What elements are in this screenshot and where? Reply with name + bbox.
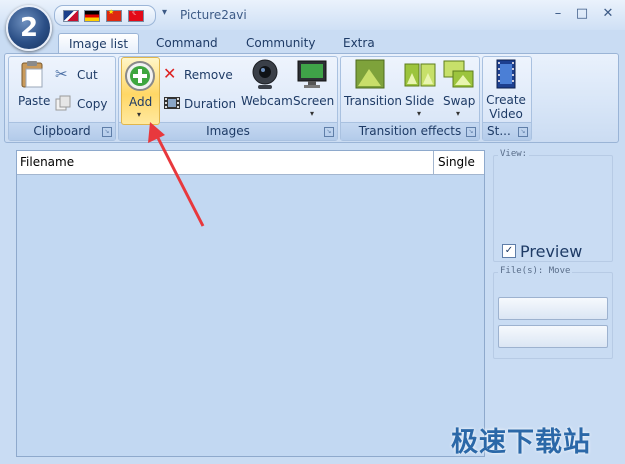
- copy-button[interactable]: Copy: [55, 95, 110, 113]
- film-icon: [164, 97, 180, 109]
- window-title: Picture2avi: [180, 8, 247, 22]
- view-legend: View:: [498, 149, 530, 159]
- start-launcher-icon[interactable]: ↘: [518, 127, 528, 137]
- screen-label: Screen: [293, 94, 335, 108]
- move-up-button[interactable]: [498, 297, 608, 320]
- transition-icon: [355, 59, 385, 89]
- webcam-label: Webcam: [241, 94, 293, 108]
- tab-image-list[interactable]: Image list: [58, 33, 140, 54]
- qat-dropdown-icon[interactable]: ▾: [162, 7, 167, 18]
- webcam-icon: [252, 59, 278, 89]
- china-flag-icon[interactable]: ★: [106, 8, 122, 22]
- remove-button[interactable]: ✕ Remove: [163, 64, 235, 84]
- quick-access-toolbar: ★ ☾: [54, 5, 156, 26]
- close-button[interactable]: ✕: [598, 6, 618, 21]
- swap-icon: [443, 60, 474, 88]
- swap-label: Swap: [443, 94, 476, 108]
- minimize-button[interactable]: –: [548, 6, 568, 21]
- file-list[interactable]: Filename Single: [16, 150, 485, 457]
- transition-button[interactable]: Transition: [343, 57, 402, 111]
- add-label: Add: [129, 95, 153, 109]
- germany-flag-icon[interactable]: [84, 10, 100, 22]
- add-button[interactable]: Add ▾: [121, 57, 160, 125]
- paste-button[interactable]: Paste: [14, 57, 50, 111]
- transition-label: Transition: [344, 94, 403, 108]
- tab-command[interactable]: Command: [146, 33, 228, 53]
- slide-dropdown-icon: ▾: [417, 109, 422, 118]
- remove-label: Remove: [184, 68, 233, 82]
- paste-label: Paste: [18, 94, 51, 108]
- slide-button[interactable]: Slide ▾: [402, 57, 438, 119]
- copy-label: Copy: [77, 97, 108, 111]
- clipboard-launcher-icon[interactable]: ↘: [102, 127, 112, 137]
- duration-button[interactable]: Duration: [163, 95, 237, 113]
- file-list-header: Filename Single: [17, 151, 484, 175]
- column-header-filename[interactable]: Filename: [17, 151, 434, 174]
- scissors-icon: ✂: [55, 65, 68, 83]
- tab-extra[interactable]: Extra: [333, 33, 385, 53]
- paste-icon: [21, 61, 43, 88]
- images-launcher-icon[interactable]: ↘: [324, 127, 334, 137]
- preview-label: Preview: [520, 242, 583, 261]
- screen-button[interactable]: Screen ▾: [293, 57, 335, 119]
- cut-label: Cut: [77, 68, 98, 82]
- remove-icon: ✕: [163, 64, 177, 83]
- video-icon: [496, 59, 516, 89]
- clipboard-group-label: Clipboard: [9, 122, 115, 140]
- create-video-label: Create Video: [486, 93, 526, 121]
- files-legend: File(s): Move: [498, 266, 573, 276]
- transition-launcher-icon[interactable]: ↘: [466, 127, 476, 137]
- app-menu-button[interactable]: 2: [6, 5, 52, 51]
- swap-button[interactable]: Swap ▾: [441, 57, 477, 119]
- add-icon: [125, 61, 155, 91]
- preview-checkbox[interactable]: ✓: [502, 244, 516, 258]
- screen-dropdown-icon: ▾: [310, 109, 315, 118]
- column-header-single[interactable]: Single: [435, 151, 484, 174]
- transition-effects-group-label: Transition effects: [341, 122, 479, 140]
- watermark-text: 极速下载站: [451, 427, 591, 458]
- webcam-button[interactable]: Webcam: [240, 57, 293, 111]
- uk-flag-icon[interactable]: [63, 10, 79, 22]
- turkey-flag-icon[interactable]: ☾: [128, 8, 144, 22]
- add-dropdown-icon: ▾: [137, 110, 142, 119]
- copy-icon: [55, 95, 71, 111]
- cut-button[interactable]: ✂ Cut: [55, 65, 110, 84]
- app-logo-icon: 2: [19, 13, 39, 43]
- maximize-button[interactable]: □: [572, 6, 592, 21]
- move-down-button[interactable]: [498, 325, 608, 348]
- swap-dropdown-icon: ▾: [456, 109, 461, 118]
- slide-label: Slide: [405, 94, 435, 108]
- slide-icon: [404, 63, 436, 87]
- create-video-button[interactable]: Create Video: [484, 57, 528, 123]
- duration-label: Duration: [184, 97, 237, 111]
- monitor-icon: [297, 60, 327, 88]
- tab-community[interactable]: Community: [236, 33, 325, 53]
